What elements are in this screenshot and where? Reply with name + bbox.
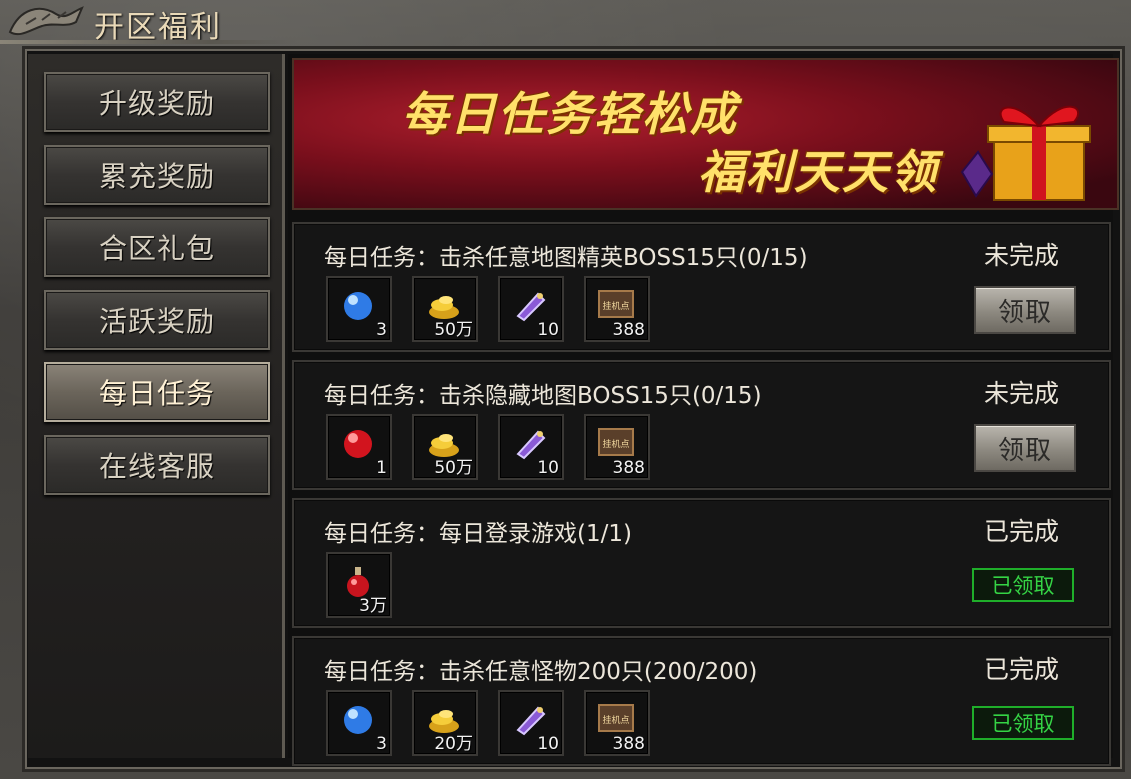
reward-slot[interactable]: 3万 [326, 552, 392, 618]
task-row: 每日任务：击杀隐藏地图BOSS15只(0/15) 未完成 1 50万 10 挂机… [292, 360, 1111, 490]
blue-orb-icon [344, 292, 372, 320]
svg-text:挂机点: 挂机点 [602, 438, 629, 450]
blue-orb-icon [344, 706, 372, 734]
reward-count: 388 [612, 734, 645, 754]
reward-slot[interactable]: 3 [326, 276, 392, 342]
sidebar-item-merge-gift[interactable]: 合区礼包 [44, 217, 270, 277]
claim-button[interactable]: 领取 [974, 286, 1076, 334]
reward-slot[interactable]: 50万 [412, 276, 478, 342]
reward-slot[interactable]: 挂机点 388 [584, 414, 650, 480]
reward-count: 388 [612, 320, 645, 340]
promo-banner: 每日任务轻松成 福利天天领 [292, 58, 1119, 210]
banner-headline: 每日任务轻松成 [402, 87, 738, 141]
task-title: 每日任务：每日登录游戏(1/1) [324, 521, 632, 547]
reward-slot[interactable]: 10 [498, 690, 564, 756]
reward-count: 3 [376, 320, 387, 340]
reward-count: 10 [537, 320, 559, 340]
reward-count: 3 [376, 734, 387, 754]
title-divider [0, 40, 300, 44]
claim-button[interactable]: 领取 [974, 424, 1076, 472]
task-row: 每日任务：击杀任意地图精英BOSS15只(0/15) 未完成 3 50万 10 … [292, 222, 1111, 352]
scroll-icon [516, 706, 546, 736]
reward-count: 10 [537, 734, 559, 754]
title-bar: 开区福利 [0, 0, 1131, 45]
reward-list: 1 50万 10 挂机点 388 [326, 414, 650, 480]
reward-count: 388 [612, 458, 645, 478]
reward-slot[interactable]: 50万 [412, 414, 478, 480]
red-orb-icon [344, 430, 372, 458]
claimed-badge: 已领取 [972, 568, 1074, 602]
scroll-icon [516, 430, 546, 460]
reward-slot[interactable]: 挂机点 388 [584, 690, 650, 756]
svg-text:挂机点: 挂机点 [602, 300, 629, 312]
reward-slot[interactable]: 挂机点 388 [584, 276, 650, 342]
sidebar-item-daily-tasks[interactable]: 每日任务 [44, 362, 270, 422]
task-status: 已完成 [984, 517, 1060, 546]
task-row: 每日任务：击杀任意怪物200只(200/200) 已完成 3 20万 10 挂机… [292, 636, 1111, 766]
reward-slot[interactable]: 10 [498, 414, 564, 480]
sidebar-item-activity-reward[interactable]: 活跃奖励 [44, 290, 270, 350]
reward-slot[interactable]: 1 [326, 414, 392, 480]
task-status: 已完成 [984, 655, 1060, 684]
sidebar-item-level-reward[interactable]: 升级奖励 [44, 72, 270, 132]
reward-list: 3 50万 10 挂机点 388 [326, 276, 650, 342]
reward-count: 50万 [434, 458, 473, 478]
gift-box-icon [960, 105, 1091, 201]
reward-list: 3 20万 10 挂机点 388 [326, 690, 650, 756]
sidebar: 升级奖励 累充奖励 合区礼包 活跃奖励 每日任务 在线客服 [28, 54, 285, 758]
afk-points-icon: 挂机点 [598, 428, 634, 456]
task-title: 每日任务：击杀隐藏地图BOSS15只(0/15) [324, 383, 762, 409]
svg-text:挂机点: 挂机点 [602, 714, 629, 726]
scroll-icon [516, 292, 546, 322]
sidebar-item-customer-service[interactable]: 在线客服 [44, 435, 270, 495]
reward-count: 50万 [434, 320, 473, 340]
reward-slot[interactable]: 10 [498, 276, 564, 342]
reward-slot[interactable]: 20万 [412, 690, 478, 756]
dragon-ornament-icon [8, 6, 84, 36]
reward-slot[interactable]: 3 [326, 690, 392, 756]
task-row: 每日任务：每日登录游戏(1/1) 已完成 3万 已领取 [292, 498, 1111, 628]
banner-subline: 福利天天领 [698, 145, 938, 199]
afk-points-icon: 挂机点 [598, 704, 634, 732]
reward-count: 10 [537, 458, 559, 478]
task-title: 每日任务：击杀任意怪物200只(200/200) [324, 659, 758, 685]
task-title: 每日任务：击杀任意地图精英BOSS15只(0/15) [324, 245, 808, 271]
sidebar-item-recharge-reward[interactable]: 累充奖励 [44, 145, 270, 205]
reward-list: 3万 [326, 552, 392, 618]
task-status: 未完成 [984, 241, 1060, 270]
reward-count: 3万 [359, 596, 387, 616]
reward-count: 1 [376, 458, 387, 478]
claimed-badge: 已领取 [972, 706, 1074, 740]
afk-points-icon: 挂机点 [598, 290, 634, 318]
reward-count: 20万 [434, 734, 473, 754]
task-status: 未完成 [984, 379, 1060, 408]
